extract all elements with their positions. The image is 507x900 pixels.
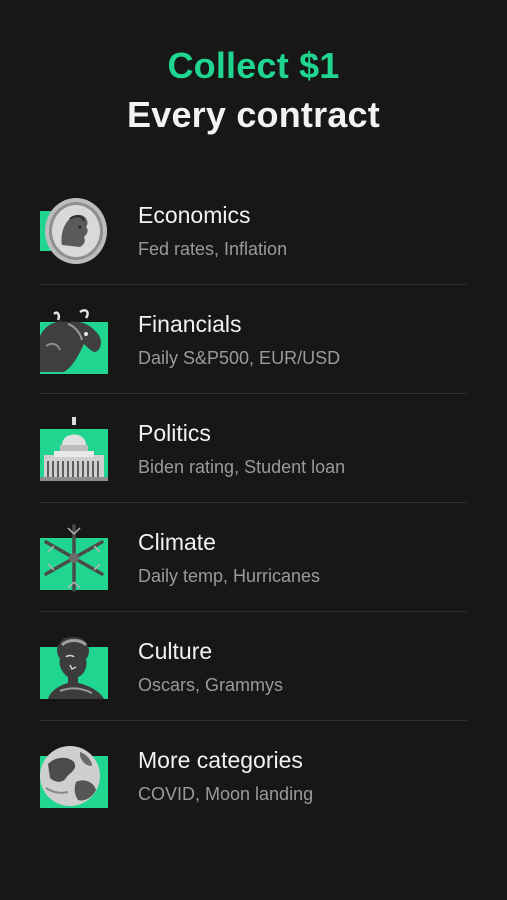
category-title: More categories	[138, 747, 303, 773]
capitol-icon	[40, 415, 108, 483]
category-title: Climate	[138, 529, 216, 555]
hero-title-accent: Collect $1	[167, 45, 340, 86]
category-subtitle: Daily temp, Hurricanes	[138, 566, 321, 586]
category-subtitle: Biden rating, Student loan	[138, 457, 346, 477]
category-row-culture[interactable]: Culture Oscars, Grammys	[40, 612, 467, 721]
bull-icon	[40, 306, 108, 374]
category-subtitle: COVID, Moon landing	[138, 784, 314, 804]
category-row-financials[interactable]: Financials Daily S&P500, EUR/USD	[40, 285, 467, 394]
coin-icon	[40, 197, 108, 265]
statue-bust-icon	[40, 633, 108, 701]
earth-icon	[40, 742, 108, 810]
hero-heading: Collect $1 Every contract	[0, 44, 507, 138]
category-title: Economics	[138, 202, 251, 228]
category-subtitle: Daily S&P500, EUR/USD	[138, 348, 341, 368]
category-subtitle: Fed rates, Inflation	[138, 239, 288, 259]
category-title: Politics	[138, 420, 211, 446]
category-list: Economics Fed rates, Inflation Financial…	[40, 176, 467, 830]
category-subtitle: Oscars, Grammys	[138, 675, 284, 695]
snowflake-icon	[40, 524, 108, 592]
category-row-politics[interactable]: Politics Biden rating, Student loan	[40, 394, 467, 503]
category-title: Financials	[138, 311, 242, 337]
category-title: Culture	[138, 638, 213, 664]
onboarding-screen: Collect $1 Every contract Economics Fed …	[0, 0, 507, 900]
hero-title: Every contract	[127, 94, 380, 135]
category-row-more[interactable]: More categories COVID, Moon landing	[40, 721, 467, 830]
category-row-climate[interactable]: Climate Daily temp, Hurricanes	[40, 503, 467, 612]
category-row-economics[interactable]: Economics Fed rates, Inflation	[40, 176, 467, 285]
